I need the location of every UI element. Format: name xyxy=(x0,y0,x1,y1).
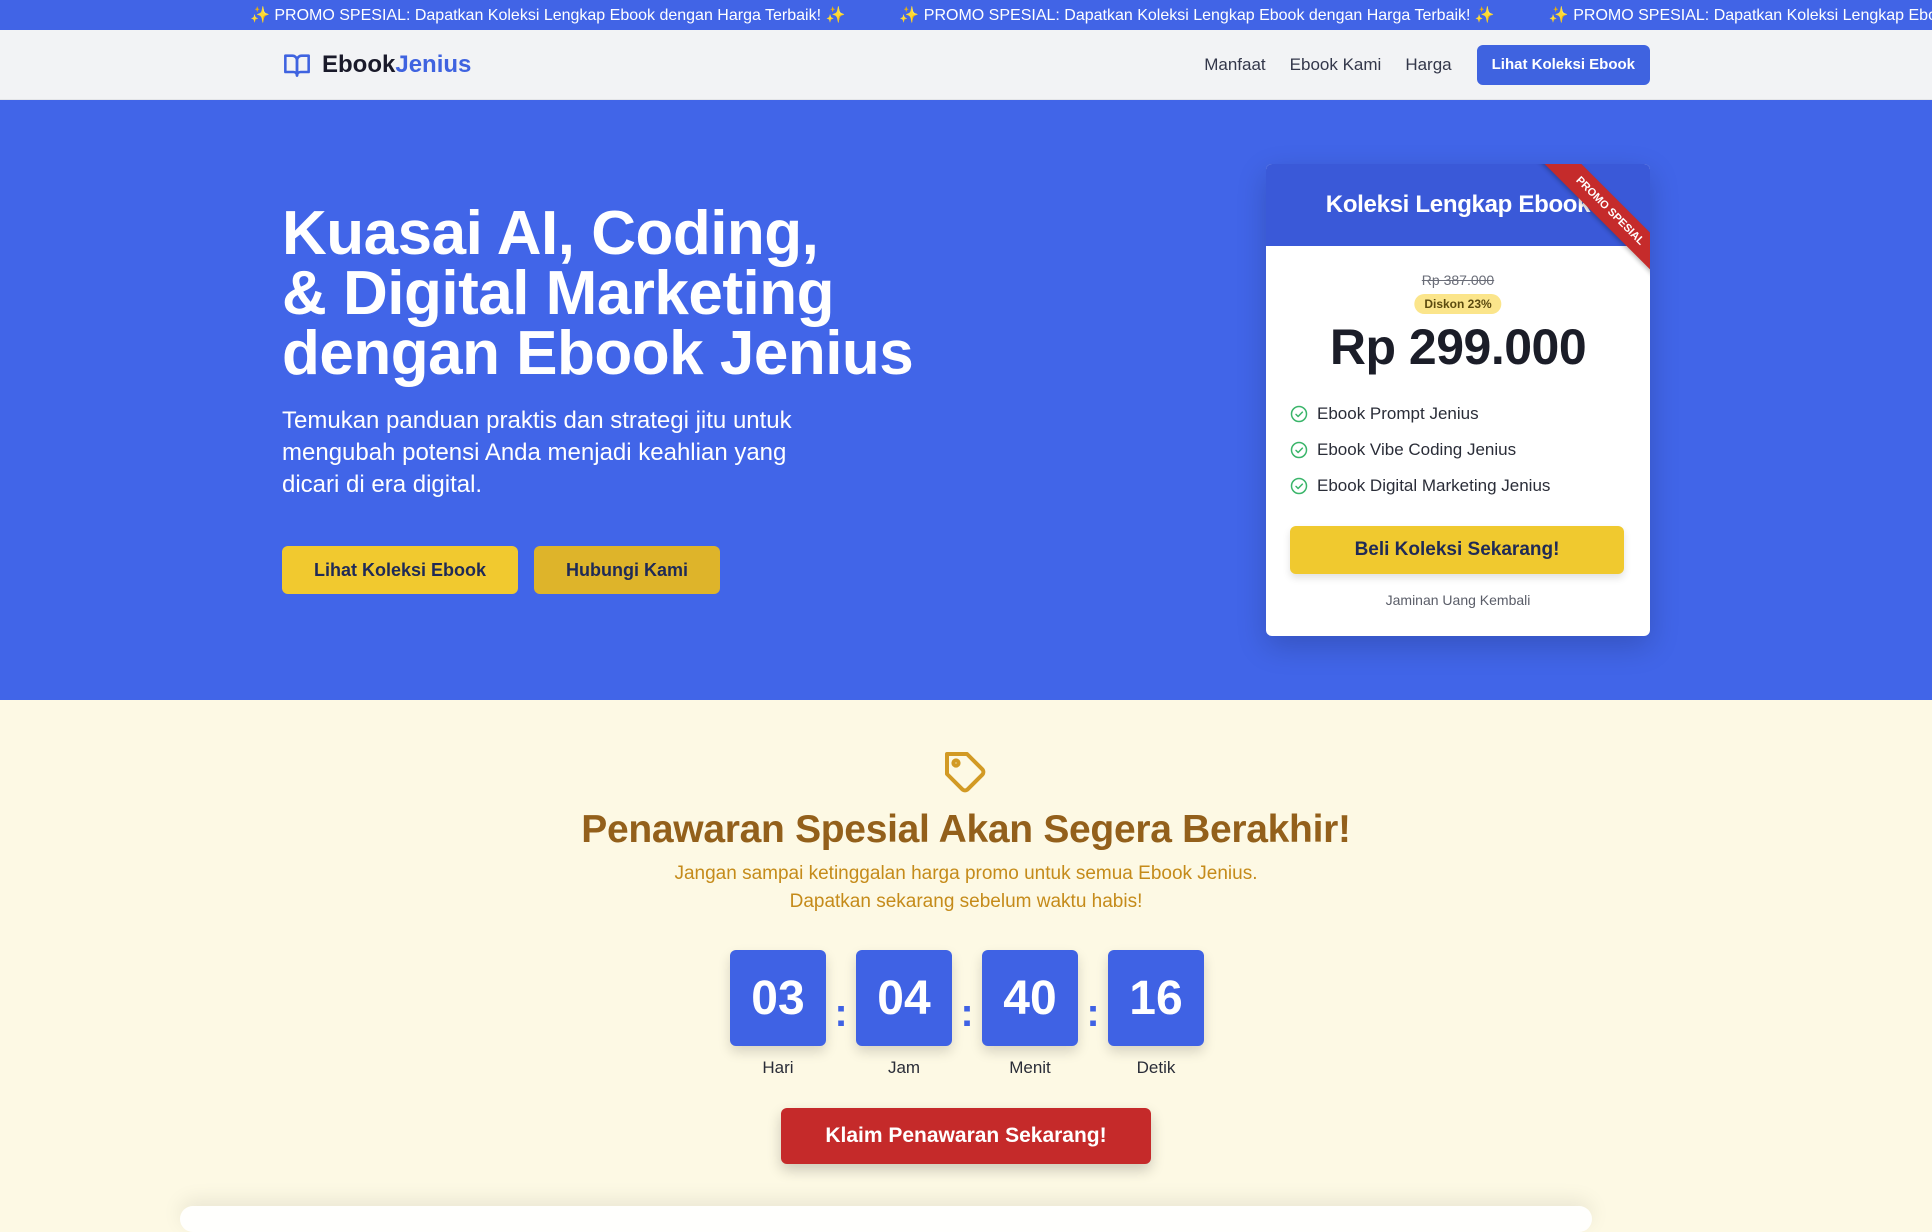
countdown-label: Menit xyxy=(1009,1058,1051,1077)
countdown-days: 03 Hari xyxy=(729,950,827,1078)
feature-item: Ebook Prompt Jenius xyxy=(1290,396,1550,432)
feature-list: Ebook Prompt Jenius Ebook Vibe Coding Je… xyxy=(1290,396,1550,504)
countdown-hours: 04 Jam xyxy=(855,950,953,1078)
current-price: Rp 299.000 xyxy=(1329,319,1587,375)
countdown-value: 40 xyxy=(982,950,1078,1046)
offer-section: Penawaran Spesial Akan Segera Berakhir! … xyxy=(0,700,1932,1232)
countdown-seconds: 16 Detik xyxy=(1107,950,1205,1078)
brand-name-part2: Jenius xyxy=(395,50,472,78)
feature-label: Ebook Digital Marketing Jenius xyxy=(1317,476,1551,495)
countdown-value: 16 xyxy=(1108,950,1204,1046)
view-collection-button[interactable]: Lihat Koleksi Ebook xyxy=(282,546,519,594)
countdown-separator: : xyxy=(960,991,974,1035)
feature-item: Ebook Digital Marketing Jenius xyxy=(1290,468,1550,504)
offer-subtitle-line: Jangan sampai ketinggalan harga promo un… xyxy=(674,863,1258,884)
tag-icon xyxy=(945,752,986,793)
original-price: Rp 387.000 xyxy=(1421,272,1495,288)
nav-link-manfaat[interactable]: Manfaat xyxy=(1204,55,1265,75)
countdown-label: Detik xyxy=(1136,1058,1176,1077)
nav-links: Manfaat Ebook Kami Harga Lihat Koleksi E… xyxy=(1204,44,1650,85)
hero-title-line: Kuasai AI, Coding, xyxy=(282,199,819,268)
hero-title: Kuasai AI, Coding, & Digital Marketing d… xyxy=(282,199,1002,388)
promo-text: ✨ PROMO SPESIAL: Dapatkan Koleksi Lengka… xyxy=(899,7,1495,24)
brand-name-part1: Ebook xyxy=(322,50,396,78)
offer-title: Penawaran Spesial Akan Segera Berakhir! xyxy=(581,808,1351,851)
contact-us-button[interactable]: Hubungi Kami xyxy=(534,546,721,594)
countdown-value: 03 xyxy=(730,950,826,1046)
brand-logo[interactable]: EbookJenius xyxy=(282,51,471,79)
pricing-card: Koleksi Lengkap Ebook PROMO SPESIAL Rp 3… xyxy=(1266,164,1650,636)
next-section-edge xyxy=(180,1206,1592,1232)
check-circle-icon xyxy=(1290,477,1308,495)
hero-buttons: Lihat Koleksi Ebook Hubungi Kami xyxy=(282,546,721,594)
money-back-guarantee: Jaminan Uang Kembali xyxy=(1385,592,1531,608)
hero-section: Kuasai AI, Coding, & Digital Marketing d… xyxy=(0,100,1932,700)
buy-collection-button[interactable]: Beli Koleksi Sekarang! xyxy=(1290,526,1624,574)
countdown-minutes: 40 Menit xyxy=(981,950,1079,1078)
countdown-label: Hari xyxy=(762,1058,794,1077)
claim-offer-button[interactable]: Klaim Penawaran Sekarang! xyxy=(781,1108,1151,1164)
offer-subtitle-line: Dapatkan sekarang sebelum waktu habis! xyxy=(789,891,1143,912)
promo-marquee: ✨ PROMO SPESIAL: Dapatkan Koleksi Lengka… xyxy=(0,0,1932,30)
feature-item: Ebook Vibe Coding Jenius xyxy=(1290,432,1550,468)
feature-label: Ebook Vibe Coding Jenius xyxy=(1317,440,1517,459)
navbar: EbookJenius Manfaat Ebook Kami Harga Lih… xyxy=(0,30,1932,100)
check-circle-icon xyxy=(1290,405,1308,423)
hero-title-line: dengan Ebook Jenius xyxy=(282,319,914,388)
offer-subtitle: Jangan sampai ketinggalan harga promo un… xyxy=(0,860,1932,916)
countdown-value: 04 xyxy=(856,950,952,1046)
nav-link-harga[interactable]: Harga xyxy=(1405,55,1451,75)
nav-cta-button[interactable]: Lihat Koleksi Ebook xyxy=(1476,44,1650,85)
discount-badge: Diskon 23% xyxy=(1414,294,1502,314)
open-book-icon xyxy=(284,53,310,77)
nav-link-ebook-kami[interactable]: Ebook Kami xyxy=(1290,55,1382,75)
hero-title-line: & Digital Marketing xyxy=(282,259,835,328)
countdown-label: Jam xyxy=(887,1058,921,1077)
hero-subtitle: Temukan panduan praktis dan strategi jit… xyxy=(282,407,792,498)
countdown-timer: 03 Hari : 04 Jam : 40 Menit : 16 Detik xyxy=(729,950,1205,1078)
countdown-separator: : xyxy=(1086,991,1100,1035)
countdown-separator: : xyxy=(834,991,848,1035)
promo-text: ✨ PROMO SPESIAL: Dapatkan Koleksi Lengka… xyxy=(250,7,846,24)
promo-text: ✨ PROMO SPESIAL: Dapatkan Koleksi Lengka… xyxy=(1548,7,1932,24)
check-circle-icon xyxy=(1290,441,1308,459)
feature-label: Ebook Prompt Jenius xyxy=(1317,404,1479,423)
